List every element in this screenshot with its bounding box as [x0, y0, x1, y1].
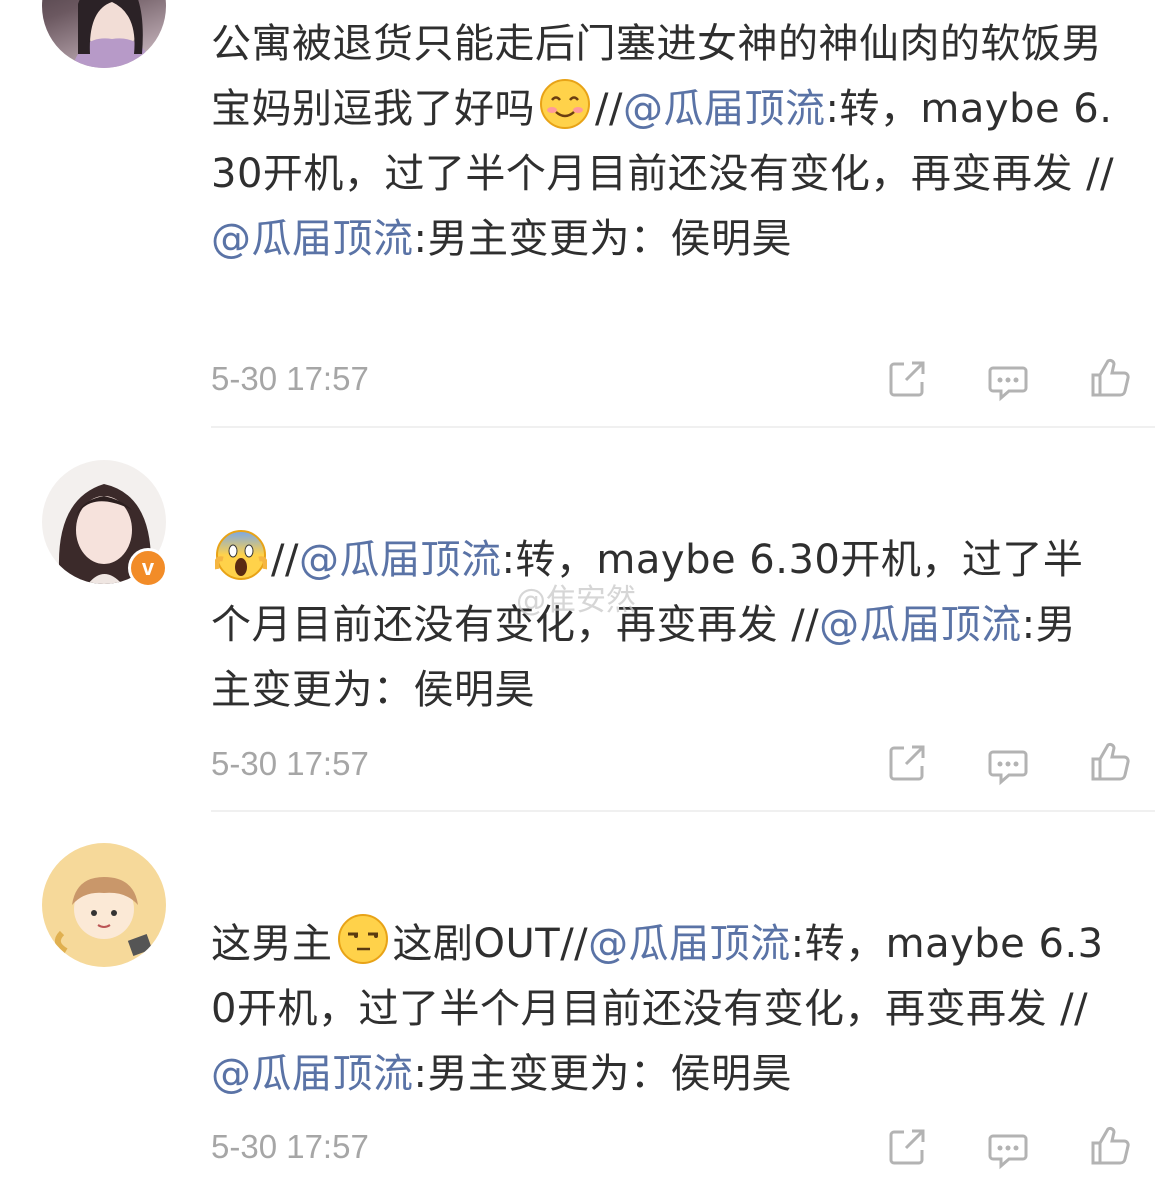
divider [211, 810, 1155, 812]
like-button[interactable] [1089, 1125, 1131, 1167]
comment-icon [988, 366, 1028, 402]
user-mention-link[interactable]: @瓜届顶流 [819, 602, 1022, 648]
text-segment: 这剧OUT// [392, 921, 589, 967]
share-button[interactable] [886, 742, 928, 784]
like-icon [1091, 358, 1130, 397]
user-mention-link[interactable]: @瓜届顶流 [211, 1051, 414, 1097]
user-mention-link[interactable]: @瓜届顶流 [299, 537, 502, 583]
like-button[interactable] [1089, 357, 1131, 399]
watermark: @隹安然 [516, 583, 636, 618]
text-segment: :男主变更为：侯明昊 [413, 216, 792, 262]
user-mention-link[interactable]: @瓜届顶流 [588, 921, 791, 967]
share-button[interactable] [886, 358, 928, 400]
text-segment: // [595, 86, 623, 132]
text-segment: :男主变更为：侯明昊 [413, 1051, 792, 1097]
comment-button[interactable] [987, 744, 1029, 786]
text-segment: 这男主 [211, 921, 333, 967]
like-icon [1091, 1126, 1130, 1165]
comment-text: //@瓜届顶流:转，maybe 6.30开机，过了半个月目前还没有变化，再变再发… [211, 528, 1116, 723]
comment-button[interactable] [987, 1128, 1029, 1170]
divider [211, 426, 1155, 428]
avatar[interactable] [42, 843, 166, 967]
verified-badge: v [128, 548, 168, 588]
text-segment: // [271, 537, 299, 583]
user-mention-link[interactable]: @瓜届顶流 [211, 216, 414, 262]
share-button[interactable] [886, 1126, 928, 1168]
share-icon [889, 361, 925, 397]
like-icon [1091, 742, 1130, 781]
comment-time: 5-30 17:57 [211, 1128, 369, 1165]
share-icon [889, 1129, 925, 1165]
comment-text: 公寓被退货只能走后门塞进女神的神仙肉的软饭男宝妈别逗我了好吗//@瓜届顶流:转，… [211, 12, 1116, 272]
unamused-emoji [337, 913, 389, 965]
comment-button[interactable] [987, 360, 1029, 402]
share-icon [889, 745, 925, 781]
avatar[interactable] [42, 0, 166, 68]
avatar-image [54, 877, 153, 956]
avatar-image [72, 0, 154, 68]
comment-text: 这男主 这剧OUT//@瓜届顶流:转，maybe 6.30开机，过了半个月目前还没… [211, 912, 1116, 1107]
like-button[interactable] [1089, 741, 1131, 783]
smile-emoji [539, 78, 591, 130]
scream-emoji [214, 529, 268, 581]
comment-time: 5-30 17:57 [211, 360, 369, 397]
user-mention-link[interactable]: @瓜届顶流 [623, 86, 826, 132]
comment-icon [988, 1134, 1028, 1170]
comment-icon [988, 750, 1028, 786]
comment-time: 5-30 17:57 [211, 745, 369, 782]
